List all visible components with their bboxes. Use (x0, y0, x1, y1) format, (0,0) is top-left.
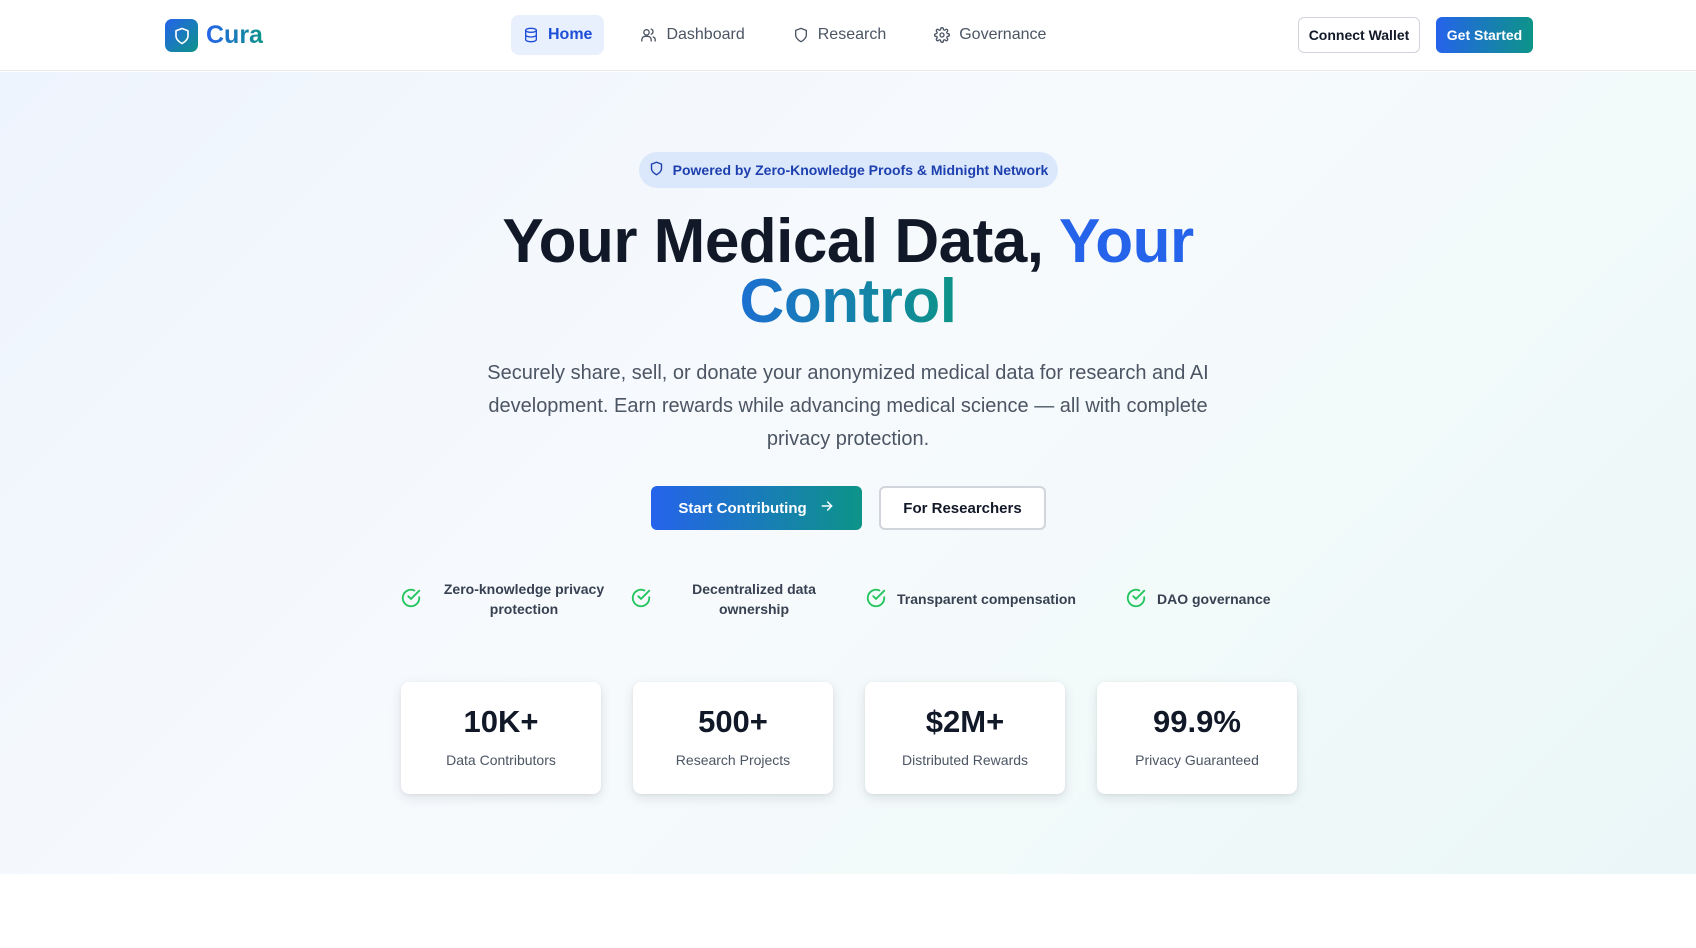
hero-section: Powered by Zero-Knowledge Proofs & Midni… (0, 72, 1696, 874)
headline-part-1: Your Medical Data, (502, 207, 1044, 276)
headline-accent-1: Your (1059, 207, 1194, 276)
check-circle-icon (1125, 587, 1147, 612)
stat-card: 99.9% Privacy Guaranteed (1097, 682, 1297, 794)
stat-label: Distributed Rewards (901, 752, 1029, 768)
stat-value: $2M+ (925, 704, 1005, 739)
check-circle-icon (865, 587, 887, 612)
stat-card: $2M+ Distributed Rewards (865, 682, 1065, 794)
stat-label: Data Contributors (446, 752, 556, 768)
top-navigation: Cura Home Dashboard Research Governance … (0, 0, 1696, 71)
stat-label: Research Projects (675, 752, 791, 768)
brand-logo[interactable]: Cura (165, 19, 263, 52)
database-icon (523, 27, 539, 43)
nav-item-label: Governance (959, 26, 1047, 43)
nav-item-label: Dashboard (666, 26, 745, 43)
badge-text: Powered by Zero-Knowledge Proofs & Midni… (672, 162, 1049, 178)
hero-subtitle: Securely share, sell, or donate your ano… (487, 362, 1209, 450)
arrow-right-icon (819, 498, 835, 518)
button-label: Start Contributing (678, 499, 807, 517)
nav-item-dashboard[interactable]: Dashboard (628, 15, 756, 55)
users-icon (640, 27, 657, 43)
feature-item: Decentralized data ownership (630, 577, 846, 621)
stat-card: 10K+ Data Contributors (401, 682, 601, 794)
nav-item-research[interactable]: Research (781, 15, 898, 55)
feature-item: Zero-knowledge privacy protection (400, 577, 616, 621)
nav-item-label: Research (817, 26, 887, 43)
check-circle-icon (630, 587, 652, 612)
brand-name: Cura (206, 21, 263, 49)
feature-label: Transparent compensation (897, 591, 1076, 607)
stat-label: Privacy Guaranteed (1135, 752, 1259, 768)
page-title: Your Medical Data, Your Control (348, 211, 1348, 333)
feature-item: Transparent compensation (865, 577, 1076, 621)
main-nav: Home Dashboard Research Governance (511, 15, 1082, 55)
gear-icon (934, 27, 951, 43)
stat-value: 99.9% (1153, 704, 1241, 739)
nav-item-home[interactable]: Home (511, 15, 605, 55)
start-contributing-button[interactable]: Start Contributing (651, 486, 862, 530)
shield-icon (165, 19, 198, 52)
for-researchers-button[interactable]: For Researchers (879, 486, 1046, 530)
stat-card: 500+ Research Projects (633, 682, 833, 794)
get-started-button[interactable]: Get Started (1436, 17, 1533, 53)
feature-label: DAO governance (1157, 591, 1271, 607)
shield-icon (649, 161, 664, 179)
powered-by-badge: Powered by Zero-Knowledge Proofs & Midni… (639, 152, 1058, 188)
shield-icon (793, 27, 809, 43)
stat-value: 10K+ (463, 704, 539, 739)
nav-item-governance[interactable]: Governance (922, 15, 1058, 55)
headline-accent-2: Control (739, 267, 957, 336)
nav-item-label: Home (548, 26, 593, 43)
check-circle-icon (400, 587, 422, 612)
feature-item: DAO governance (1125, 577, 1271, 621)
connect-wallet-button[interactable]: Connect Wallet (1298, 17, 1420, 53)
feature-label: Zero-knowledge privacy protection (443, 581, 605, 617)
feature-label: Decentralized data ownership (692, 581, 816, 617)
stat-value: 500+ (698, 704, 768, 739)
